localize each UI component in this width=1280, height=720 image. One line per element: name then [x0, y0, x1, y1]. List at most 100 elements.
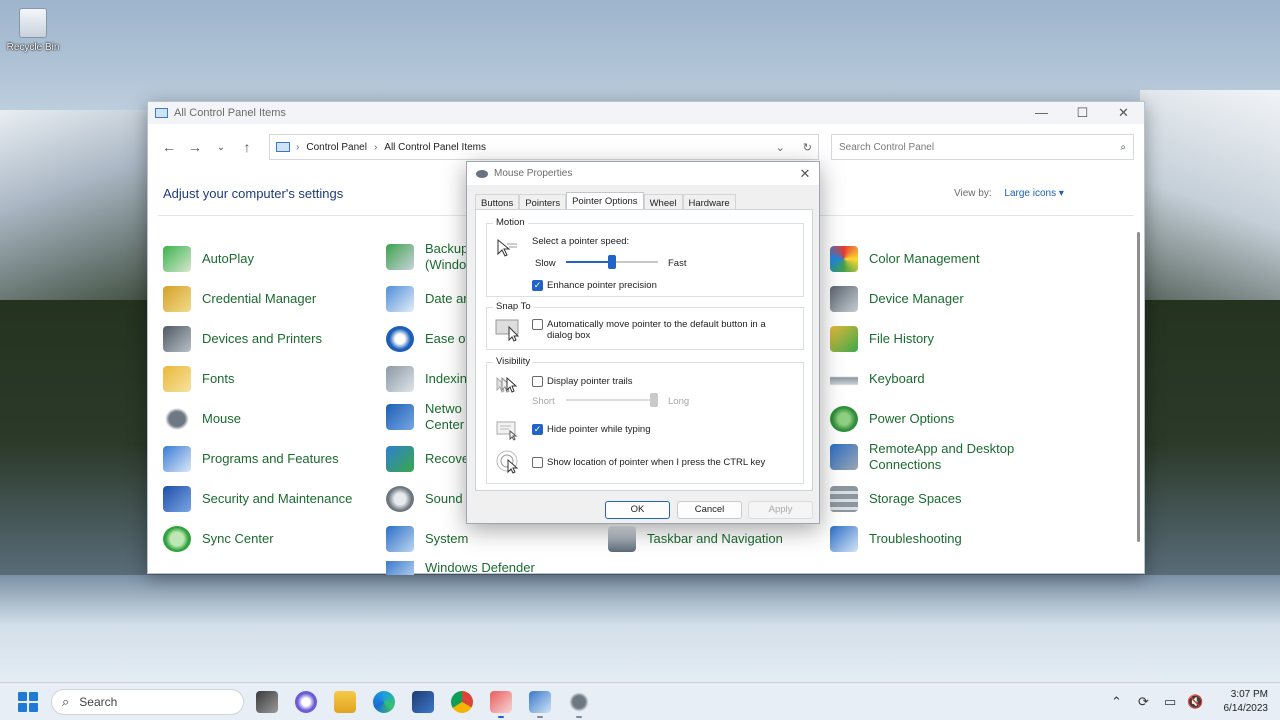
item-sound[interactable]: Sound [386, 486, 463, 512]
file-explorer-icon[interactable] [334, 691, 356, 713]
dialog-close-icon[interactable]: ✕ [791, 166, 819, 182]
item-ease-of-access[interactable]: Ease of [386, 326, 469, 352]
checkbox-box[interactable] [532, 319, 543, 330]
chrome-icon[interactable] [451, 691, 473, 713]
checkbox-box[interactable] [532, 376, 543, 387]
view-by-dropdown[interactable]: Large icons ▾ [1004, 188, 1064, 199]
item-keyboard[interactable]: Keyboard [830, 366, 925, 392]
mouse-properties-taskbar-icon[interactable] [568, 691, 590, 713]
auto-move-pointer-checkbox[interactable]: Automatically move pointer to the defaul… [532, 319, 766, 341]
checkbox-box[interactable]: ✓ [532, 280, 543, 291]
snap-to-icon [495, 318, 520, 342]
show-hidden-icons-chevron-up-icon[interactable]: ⌃ [1111, 694, 1122, 710]
vertical-scrollbar[interactable] [1137, 232, 1140, 542]
power-icon [830, 406, 858, 432]
search-placeholder: Search Control Panel [839, 141, 935, 153]
recycle-bin[interactable]: Recycle Bin [4, 8, 62, 53]
maximize-button[interactable]: ☐ [1062, 102, 1103, 124]
item-system[interactable]: System [386, 526, 468, 552]
taskbar-search[interactable]: ⌕ Search [51, 689, 244, 715]
pointer-trails-checkbox[interactable]: Display pointer trails [532, 376, 633, 387]
edge-browser-icon[interactable] [373, 691, 395, 713]
defender-icon [386, 561, 414, 575]
pointer-speed-slider[interactable] [566, 255, 658, 269]
visibility-label: Visibility [493, 356, 534, 367]
address-dropdown-chevron-icon[interactable]: ⌄ [776, 141, 785, 154]
item-label: Color Management [869, 251, 980, 266]
minimize-button[interactable]: — [1021, 102, 1062, 124]
backup-icon [386, 244, 414, 270]
item-autoplay[interactable]: AutoPlay [163, 246, 254, 272]
search-input[interactable]: Search Control Panel ⌕ [831, 134, 1134, 160]
item-security-maintenance[interactable]: Security and Maintenance [163, 486, 352, 512]
window-titlebar[interactable]: All Control Panel Items — ☐ ✕ [148, 102, 1144, 124]
storage-icon [830, 486, 858, 512]
enhance-precision-checkbox[interactable]: ✓ Enhance pointer precision [532, 280, 657, 291]
ok-button[interactable]: OK [605, 501, 670, 519]
refresh-icon[interactable]: ↻ [803, 141, 812, 154]
hide-pointer-checkbox[interactable]: ✓ Hide pointer while typing [532, 424, 651, 435]
recent-chevron-down-icon[interactable]: ⌄ [208, 142, 234, 153]
item-taskbar-navigation[interactable]: Taskbar and Navigation [608, 526, 783, 552]
sync-tray-icon[interactable]: ⟳ [1138, 694, 1149, 710]
item-credential-manager[interactable]: Credential Manager [163, 286, 316, 312]
store-icon[interactable] [412, 691, 434, 713]
item-network[interactable]: Netwo Center [386, 401, 464, 433]
snipping-tool-icon[interactable] [490, 691, 512, 713]
system-clock[interactable]: 3:07 PM 6/14/2023 [1212, 688, 1269, 716]
item-windows-defender[interactable]: Windows Defender [386, 561, 535, 575]
show-location-checkbox[interactable]: Show location of pointer when I press th… [532, 457, 765, 468]
item-devices-printers[interactable]: Devices and Printers [163, 326, 322, 352]
item-recovery[interactable]: Recove [386, 446, 469, 472]
trail-short-label: Short [532, 396, 555, 407]
chat-icon[interactable] [295, 691, 317, 713]
breadcrumb-control-panel[interactable]: Control Panel [306, 142, 367, 153]
color-management-icon [830, 246, 858, 272]
network-icon [386, 404, 414, 430]
up-arrow-icon[interactable]: ↑ [234, 139, 260, 155]
task-view-icon[interactable] [256, 691, 278, 713]
item-device-manager[interactable]: Device Manager [830, 286, 964, 312]
item-date-time[interactable]: Date ar [386, 286, 468, 312]
cancel-button[interactable]: Cancel [677, 501, 742, 519]
close-button[interactable]: ✕ [1103, 102, 1144, 124]
item-programs-features[interactable]: Programs and Features [163, 446, 339, 472]
hide-pointer-label: Hide pointer while typing [547, 424, 651, 435]
item-indexing[interactable]: Indexin [386, 366, 467, 392]
network-icon[interactable]: ▭ [1164, 694, 1176, 710]
item-label: AutoPlay [202, 251, 255, 266]
checkbox-box[interactable] [532, 457, 543, 468]
breadcrumb-all-items[interactable]: All Control Panel Items [384, 142, 486, 153]
item-label: Device Manager [869, 291, 964, 306]
snipping-running-indicator [498, 716, 504, 718]
address-bar[interactable]: › Control Panel › All Control Panel Item… [269, 134, 819, 160]
item-troubleshooting[interactable]: Troubleshooting [830, 526, 962, 552]
recycle-bin-icon [19, 8, 47, 38]
search-icon[interactable]: ⌕ [1120, 142, 1126, 153]
control-panel-taskbar-icon[interactable] [529, 691, 551, 713]
pointer-speed-thumb[interactable] [608, 255, 616, 269]
item-sync-center[interactable]: Sync Center [163, 526, 274, 552]
item-power-options[interactable]: Power Options [830, 406, 954, 432]
item-mouse[interactable]: Mouse [163, 406, 241, 432]
credential-vault-icon [163, 286, 191, 312]
forward-arrow-icon[interactable]: → [182, 139, 208, 155]
item-label: Backup [425, 241, 469, 256]
back-arrow-icon[interactable]: ← [156, 139, 182, 155]
item-file-history[interactable]: File History [830, 326, 934, 352]
breadcrumb-chevron-icon: › [373, 141, 378, 153]
volume-muted-icon[interactable]: 🔇 [1187, 694, 1203, 710]
calendar-icon [386, 286, 414, 312]
auto-move-label: Automatically move pointer to the defaul… [547, 319, 766, 330]
item-remoteapp[interactable]: RemoteApp and Desktop Connections [830, 441, 1014, 473]
item-color-management[interactable]: Color Management [830, 246, 980, 272]
checkbox-box[interactable]: ✓ [532, 424, 543, 435]
dialog-titlebar[interactable]: Mouse Properties ✕ [467, 162, 819, 185]
windows-start-icon[interactable] [18, 692, 38, 712]
item-backup[interactable]: Backup (Windo [386, 241, 468, 273]
mouse-properties-dialog: Mouse Properties ✕ Buttons Pointers Poin… [466, 161, 820, 524]
item-storage-spaces[interactable]: Storage Spaces [830, 486, 962, 512]
indexing-icon [386, 366, 414, 392]
item-fonts[interactable]: Fonts [163, 366, 235, 392]
apply-button[interactable]: Apply [748, 501, 813, 519]
